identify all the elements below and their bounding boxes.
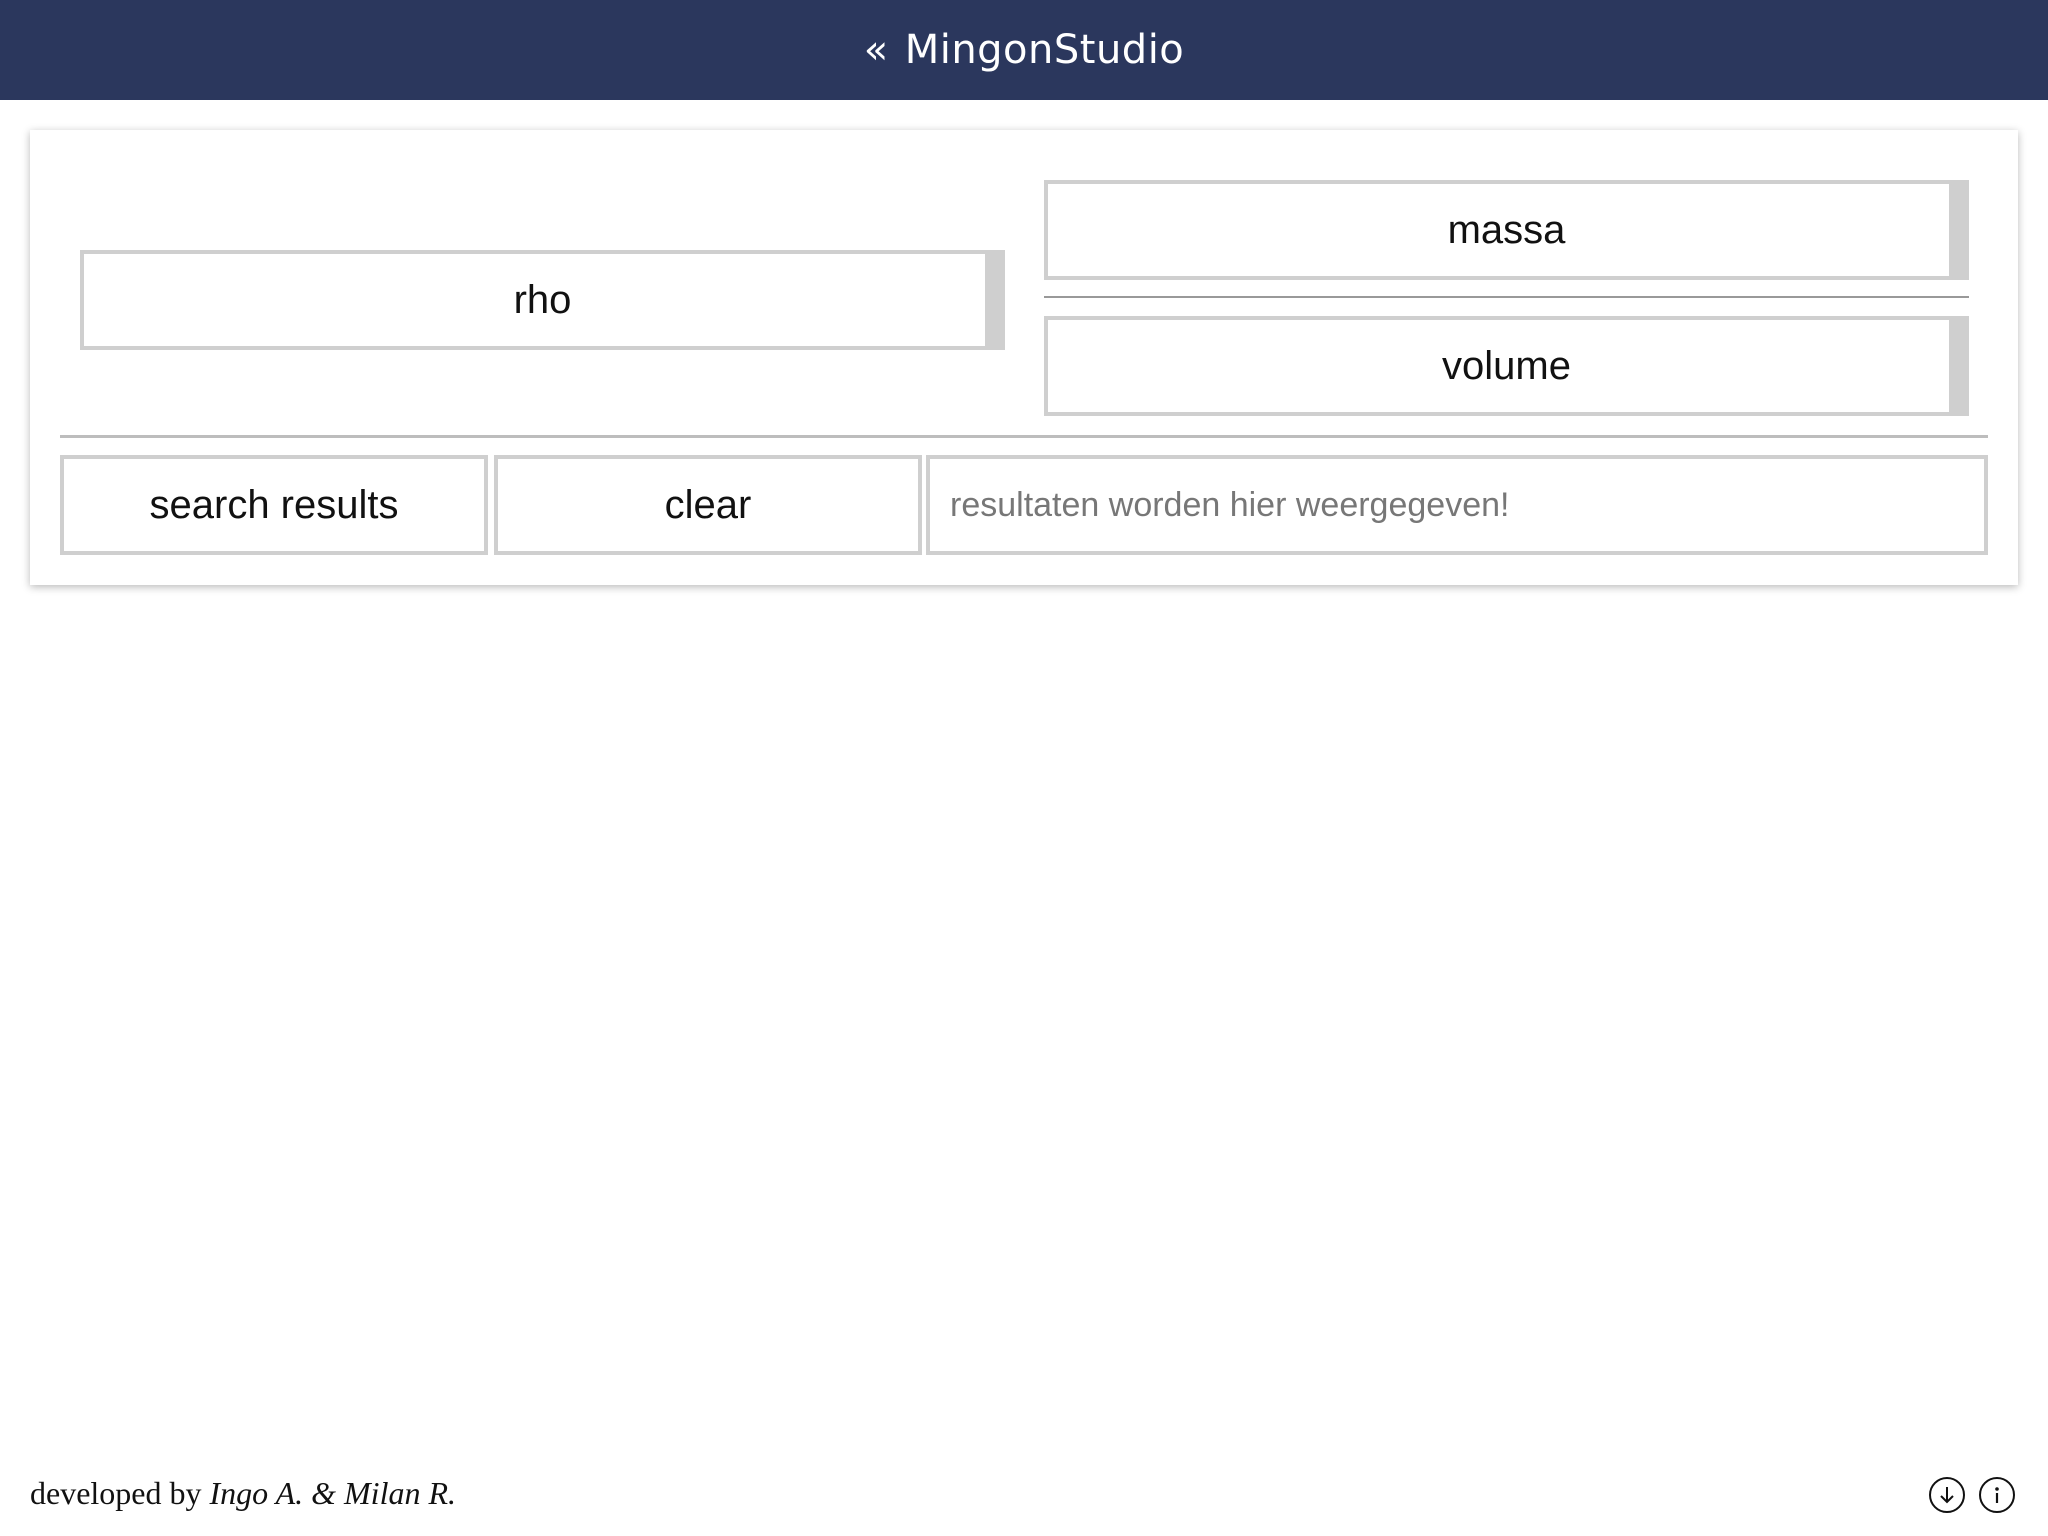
results-output: resultaten worden hier weergegeven! [926,455,1988,555]
download-arrow-glyph [1940,1487,1954,1504]
clear-button[interactable]: clear [494,455,922,555]
rho-scroll-handle[interactable] [985,254,1001,346]
fraction-line [1044,296,1969,298]
info-glyph [1995,1487,1999,1503]
app-page: « MingonStudio search results clear resu… [0,0,2048,1536]
results-text: resultaten worden hier weergegeven! [950,485,1510,524]
credit-names: Ingo A. & Milan R. [209,1475,457,1511]
section-divider [60,435,1988,438]
top-bar: « MingonStudio [0,0,2048,100]
download-icon[interactable] [1929,1477,1965,1513]
rho-field[interactable] [80,250,1005,350]
info-icon[interactable] [1979,1477,2015,1513]
calculator-card: search results clear resultaten worden h… [30,130,2018,585]
app-title: MingonStudio [904,27,1185,73]
massa-scroll-handle[interactable] [1949,184,1965,276]
rho-input[interactable] [84,254,1001,346]
back-chevron-icon: « [863,27,889,73]
search-results-button[interactable]: search results [60,455,488,555]
massa-input[interactable] [1048,184,1965,276]
volume-scroll-handle[interactable] [1949,320,1965,412]
home-link[interactable]: « MingonStudio [864,27,1185,73]
credit-prefix: developed by [30,1475,202,1511]
developer-credit: developed by Ingo A. & Milan R. [30,1475,456,1512]
volume-field[interactable] [1044,316,1969,416]
volume-input[interactable] [1048,320,1965,412]
massa-field[interactable] [1044,180,1969,280]
